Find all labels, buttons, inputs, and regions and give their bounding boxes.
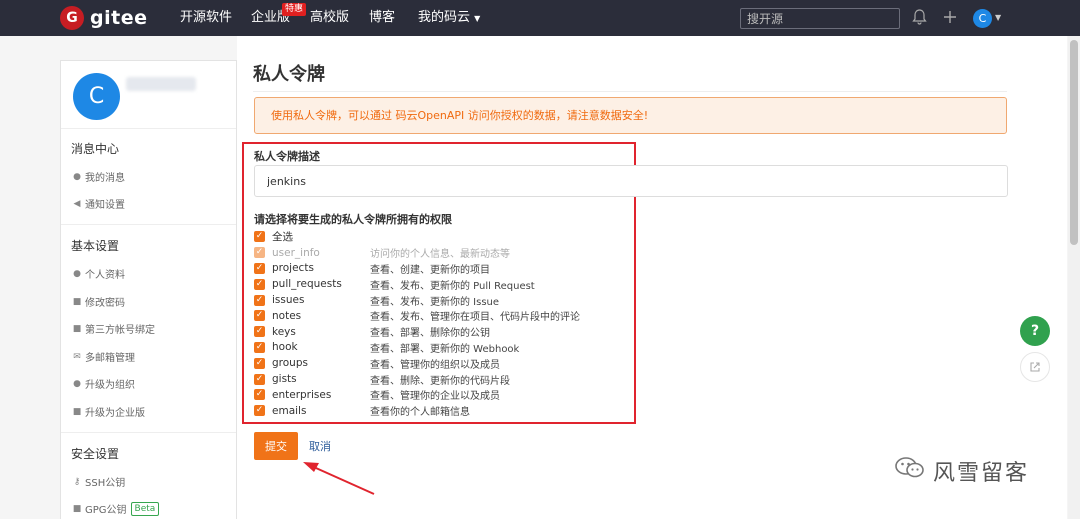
wechat-icon — [895, 456, 925, 486]
nav-university[interactable]: 高校版 — [310, 0, 349, 36]
avatar[interactable]: C — [73, 73, 120, 120]
nav-my-gitee[interactable]: 我的码云 ▼ — [418, 0, 480, 36]
sidebar-item-label: 升级为企业版 — [85, 408, 145, 419]
external-link-icon — [1030, 362, 1040, 372]
key-icon: ⚷ — [73, 476, 81, 487]
logo-text: gitee — [90, 7, 148, 29]
gitee-logo-icon: G — [60, 6, 84, 30]
scrollbar-thumb[interactable] — [1070, 40, 1078, 245]
divider — [61, 224, 236, 225]
id-card-icon: ■ — [72, 323, 82, 334]
sidebar-item-emails[interactable]: ✉ 多邮箱管理 — [71, 349, 135, 365]
users-icon: ● — [73, 378, 81, 389]
sidebar-item-label: 升级为组织 — [85, 380, 135, 391]
building-icon: ■ — [72, 406, 82, 417]
section-title-messages: 消息中心 — [71, 142, 120, 156]
share-button[interactable] — [1020, 352, 1050, 382]
sidebar-item-ssh-keys[interactable]: ⚷ SSH公钥 — [71, 474, 126, 490]
sidebar-item-label: 修改密码 — [85, 298, 125, 309]
section-title-basic: 基本设置 — [71, 239, 120, 253]
user-icon: ● — [73, 268, 81, 279]
lock-icon: ■ — [72, 296, 82, 307]
main-content: 私人令牌 使用私人令牌，可以通过 码云OpenAPI 访问你授权的数据，请注意数… — [237, 36, 1067, 519]
top-navbar: G gitee 开源软件 企业版 特惠 高校版 博客 我的码云 ▼ C ▼ — [0, 0, 1080, 36]
divider — [61, 432, 236, 433]
profile-card: C — [61, 61, 236, 129]
sidebar-item-label: 通知设置 — [85, 200, 125, 211]
gitee-logo[interactable]: G gitee — [60, 6, 147, 30]
settings-sidebar: C 消息中心 ● 我的消息 ◀ 通知设置 基本设置 ● 个人资料 ■ 修改密码 ■ 第三方… — [60, 60, 237, 519]
nav-my-gitee-label: 我的码云 — [418, 10, 471, 25]
sidebar-item-notification-settings[interactable]: ◀ 通知设置 — [71, 196, 125, 212]
sidebar-item-upgrade-enterprise[interactable]: ■ 升级为企业版 — [71, 404, 145, 420]
speaker-icon: ◀ — [73, 198, 81, 209]
sidebar-item-label: 个人资料 — [85, 270, 125, 281]
sidebar-item-gpg-keys[interactable]: ■ GPG公钥 Beta — [71, 501, 160, 516]
sidebar-item-label: GPG公钥 — [85, 505, 127, 516]
beta-badge: Beta — [130, 501, 160, 516]
sidebar-item-change-password[interactable]: ■ 修改密码 — [71, 294, 125, 310]
nav-blog[interactable]: 博客 — [369, 0, 395, 36]
sidebar-item-label: 我的消息 — [85, 173, 125, 184]
bell-icon[interactable] — [912, 9, 927, 29]
chevron-down-icon[interactable]: ▼ — [995, 13, 1001, 22]
watermark-text: 风雪留客 — [933, 461, 1030, 486]
nav-open-source[interactable]: 开源软件 — [180, 0, 232, 36]
sidebar-item-label: 多邮箱管理 — [85, 353, 135, 364]
sidebar-item-my-messages[interactable]: ● 我的消息 — [71, 169, 125, 185]
sidebar-item-profile[interactable]: ● 个人资料 — [71, 266, 125, 282]
bell-icon: ● — [73, 171, 81, 182]
sidebar-item-label: SSH公钥 — [85, 478, 126, 489]
annotation-arrow-icon — [303, 462, 375, 495]
page-scrollbar[interactable] — [1068, 36, 1080, 519]
sidebar-item-third-party[interactable]: ■ 第三方帐号绑定 — [71, 321, 155, 337]
enterprise-promo-badge: 特惠 — [282, 3, 307, 16]
sidebar-item-upgrade-org[interactable]: ● 升级为组织 — [71, 376, 135, 392]
sidebar-item-label: 第三方帐号绑定 — [85, 325, 155, 336]
watermark: 风雪留客 — [895, 455, 1029, 487]
search-input[interactable] — [740, 8, 900, 29]
help-button[interactable]: ? — [1020, 316, 1050, 346]
lock-icon: ■ — [72, 503, 82, 514]
user-avatar[interactable]: C — [973, 9, 992, 28]
envelope-icon: ✉ — [73, 351, 81, 362]
chevron-down-icon: ▼ — [474, 14, 481, 23]
section-title-security: 安全设置 — [71, 447, 120, 461]
blurred-username — [126, 77, 196, 91]
plus-icon[interactable] — [942, 9, 958, 29]
